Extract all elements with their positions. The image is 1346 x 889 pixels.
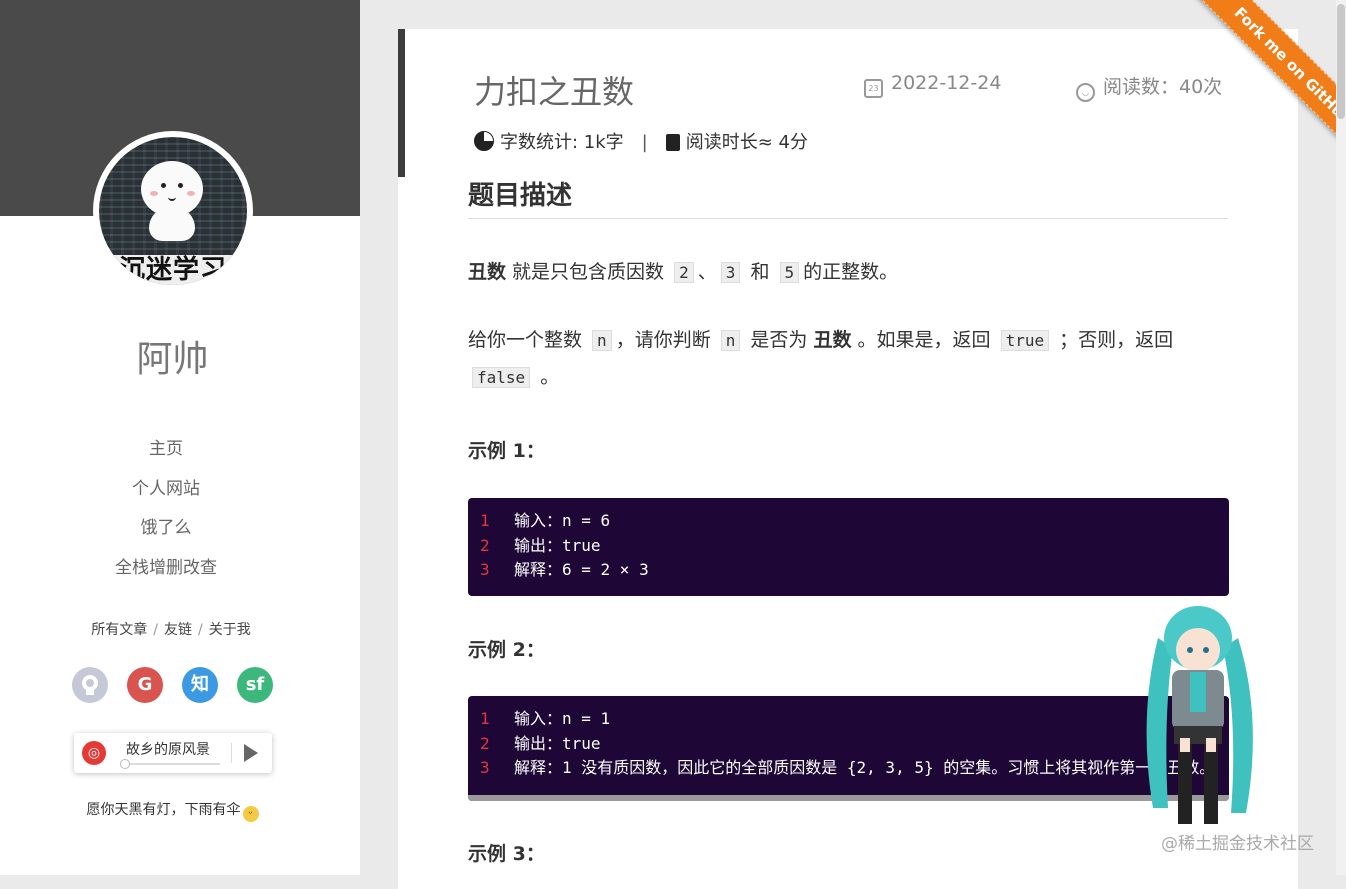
title-accent-bar	[398, 29, 405, 177]
code-line: 1 输入：n = 1	[480, 709, 611, 728]
stat-separator: |	[641, 132, 648, 153]
motto-text: 愿你天黑有灯，下雨有伞	[86, 802, 241, 818]
calendar-icon: 23	[864, 79, 883, 98]
site-title[interactable]: 阿帅	[0, 330, 345, 382]
code-line: 3 解释：1 没有质因数，因此它的全部质因数是 {2, 3, 5} 的空集。习惯上…	[480, 758, 1216, 777]
netease-music-icon: ◎	[82, 741, 106, 765]
post-date: 23 2022-12-24	[864, 72, 1001, 98]
song-title: 故乡的原风景	[126, 742, 210, 758]
page-scrollbar[interactable]	[1336, 0, 1346, 875]
link-about[interactable]: 关于我	[209, 622, 251, 638]
link-separator: /	[198, 622, 203, 638]
avatar-caption: 沉迷学习	[99, 255, 247, 285]
gitee-icon[interactable]: G	[127, 667, 163, 703]
link-separator: /	[153, 622, 158, 638]
paragraph-task: 给你一个整数 n ，请你判断 n 是否为 丑数 。如果是，返回 true ；否则，…	[468, 329, 1174, 388]
github-icon[interactable]	[72, 667, 108, 703]
word-count: 字数统计: 1k字	[500, 132, 624, 153]
fork-on-github-link[interactable]: Fork me on GitHub	[1177, 0, 1346, 170]
read-time: 阅读时长≈ 4分	[685, 132, 809, 153]
progress-bar[interactable]	[122, 763, 220, 765]
segmentfault-icon[interactable]: sf	[237, 667, 273, 703]
post-content: 题目描述 丑数 就是只包含质因数 2、 3 和 5 的正整数。 给你一个整数 n ，请…	[468, 175, 1229, 865]
code-line: 3 解释：6 = 2 × 3	[480, 560, 649, 579]
zhihu-icon[interactable]: 知	[182, 667, 218, 703]
menu-item-personal-site[interactable]: 个人网站	[0, 476, 332, 516]
menu-item-eleme[interactable]: 饿了么	[0, 515, 332, 555]
pie-chart-icon	[474, 131, 494, 151]
sidebar-links: 所有文章 / 友链 / 关于我	[0, 619, 342, 639]
section-heading: 题目描述	[468, 175, 1228, 219]
sidebar: 沉迷学习 阿帅 主页 个人网站 饿了么 全栈增删改查 所有文章 / 友链 / 关于我 G…	[0, 0, 360, 875]
post-title: 力扣之丑数	[474, 73, 635, 111]
link-friends[interactable]: 友链	[164, 622, 192, 638]
smile-icon: ◡	[1076, 83, 1095, 102]
code-block-example-1: 1 输入：n = 6 2 输出：true 3 解释：6 = 2 × 3	[468, 498, 1229, 596]
code-line: 1 输入：n = 6	[480, 511, 611, 530]
scrollbar-thumb[interactable]	[1337, 4, 1345, 119]
motto: 愿你天黑有灯，下雨有伞 ᵕ	[0, 799, 345, 822]
menu-item-home[interactable]: 主页	[0, 436, 332, 476]
link-all-posts[interactable]: 所有文章	[91, 622, 147, 638]
example-3-label: 示例 3：	[468, 843, 545, 865]
music-player: ◎ 故乡的原风景	[74, 733, 272, 773]
grin-emoji-icon: ᵕ	[242, 806, 259, 822]
horizontal-scrollbar[interactable]	[468, 795, 1229, 801]
post-date-text: 2022-12-24	[891, 72, 1002, 94]
play-icon[interactable]	[244, 744, 258, 762]
code-line: 2 输出：true	[480, 733, 601, 753]
code-line: 2 输出：true	[480, 535, 601, 555]
mascot-character-icon[interactable]	[1128, 598, 1268, 838]
example-2-label: 示例 2：	[468, 639, 545, 661]
example-1-label: 示例 1：	[468, 440, 545, 462]
book-icon	[665, 134, 680, 151]
avatar[interactable]: 沉迷学习	[93, 131, 253, 291]
github-ribbon: Fork me on GitHub	[1176, 0, 1346, 170]
sidebar-menu: 主页 个人网站 饿了么 全栈增删改查	[0, 436, 332, 594]
code-block-example-2: 1 输入：n = 1 2 输出：true 3 解释：1 没有质因数，因此它的全部质因数…	[468, 696, 1229, 801]
menu-item-crud[interactable]: 全栈增删改查	[0, 555, 332, 595]
juejin-watermark: @稀土掘金技术社区	[1161, 834, 1314, 854]
paragraph-definition: 丑数 就是只包含质因数 2、 3 和 5 的正整数。	[468, 261, 899, 283]
post-stats: 字数统计: 1k字 | 阅读时长≈ 4分	[474, 128, 808, 154]
progress-knob[interactable]	[120, 759, 130, 769]
